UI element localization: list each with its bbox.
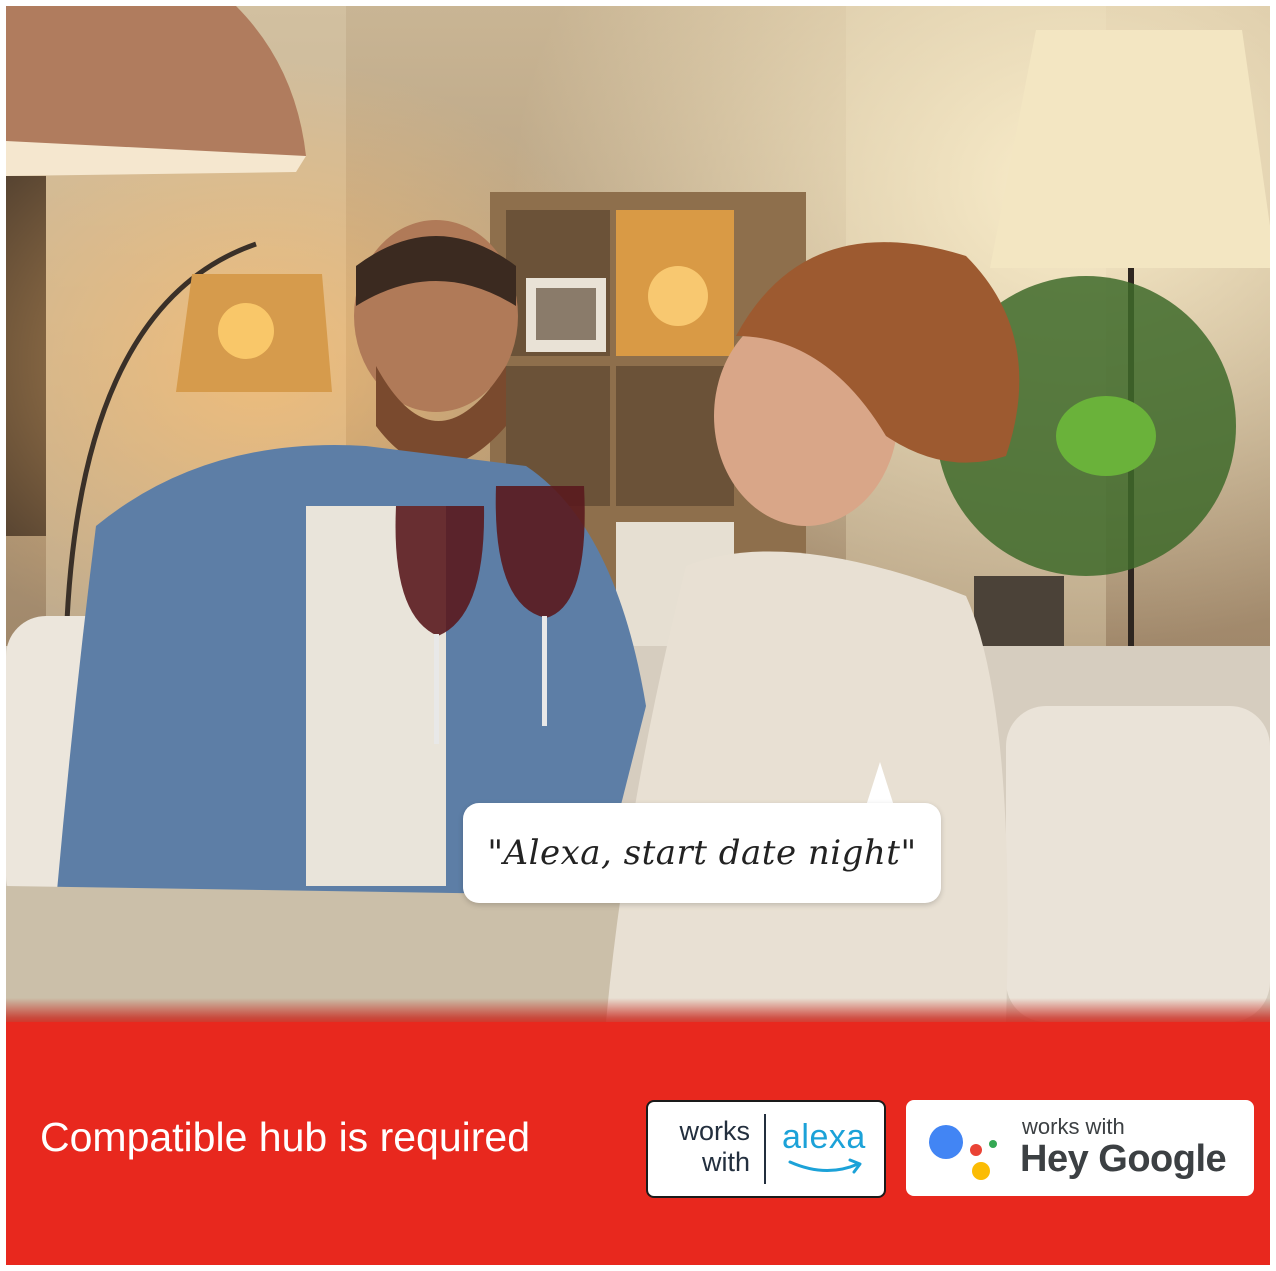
- alexa-works-with-label: works with: [679, 1116, 750, 1177]
- compatibility-text: Compatible hub is required: [40, 1114, 530, 1160]
- alexa-logo-text: alexa: [782, 1118, 866, 1156]
- speech-bubble-tail: [866, 762, 894, 806]
- works-with-hey-google-badge: works with Hey Google: [906, 1100, 1254, 1196]
- speech-bubble: "Alexa, start date night": [463, 803, 941, 903]
- hey-google-label: Hey Google: [1020, 1138, 1227, 1180]
- google-works-with-label: works with: [1022, 1114, 1125, 1139]
- google-assistant-icon: [929, 1125, 997, 1180]
- works-with-alexa-badge: works with alexa: [646, 1100, 886, 1198]
- alexa-badge-divider: [764, 1114, 766, 1184]
- speech-bubble-text: "Alexa, start date night": [487, 833, 917, 873]
- alexa-smile-icon: [788, 1158, 862, 1174]
- product-image: "Alexa, start date night" Compatible hub…: [6, 6, 1270, 1265]
